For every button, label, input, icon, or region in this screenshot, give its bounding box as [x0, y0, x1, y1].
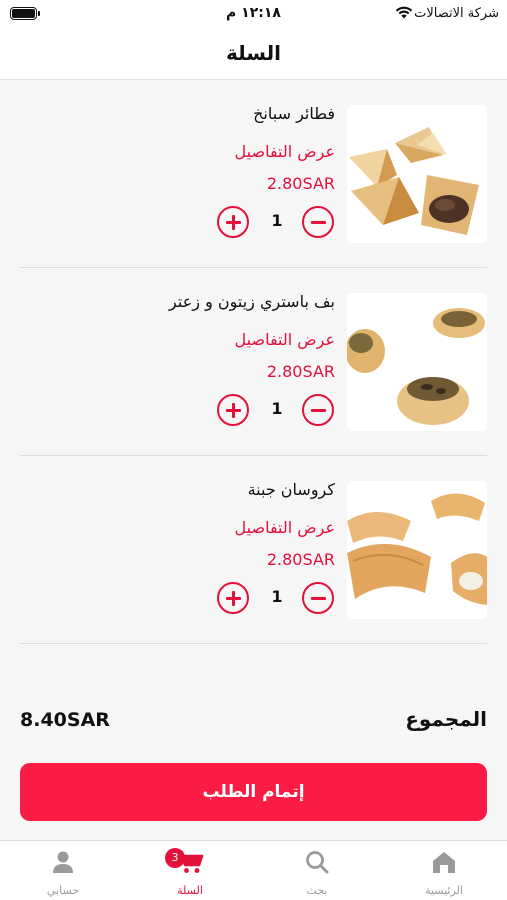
user-icon [53, 851, 73, 873]
product-image[interactable] [347, 481, 487, 619]
plus-icon [231, 214, 235, 230]
tab-label: حسابي [46, 884, 80, 897]
minus-icon [310, 596, 326, 600]
view-details-link[interactable]: عرض التفاصيل [235, 330, 335, 349]
quantity-value: 1 [271, 399, 283, 418]
tab-label: بحث [306, 884, 328, 897]
product-image[interactable] [347, 293, 487, 431]
view-details-link[interactable]: عرض التفاصيل [235, 518, 335, 537]
search-icon [306, 851, 329, 874]
product-name: كروسان جبنة [247, 480, 335, 499]
tab-search[interactable]: بحث [254, 841, 380, 900]
total-label: المجموع [405, 707, 487, 731]
tab-bar: الرئيسية بحث 3 السلة حسابي [0, 840, 507, 900]
quantity-value: 1 [271, 211, 283, 230]
product-price: 2.80SAR [266, 550, 335, 569]
tab-label: السلة [177, 884, 203, 897]
decrease-quantity-button[interactable] [302, 394, 334, 426]
wifi-icon [395, 6, 413, 19]
tab-home[interactable]: الرئيسية [381, 841, 507, 900]
product-image[interactable] [347, 105, 487, 243]
checkout-button[interactable]: إتمام الطلب [20, 763, 487, 821]
plus-icon [231, 590, 235, 606]
cart-count-badge: 3 [165, 848, 185, 868]
tab-label: الرئيسية [425, 884, 463, 897]
view-details-link[interactable]: عرض التفاصيل [235, 142, 335, 161]
minus-icon [310, 220, 326, 224]
increase-quantity-button[interactable] [217, 394, 249, 426]
navigation-bar: السلة [0, 30, 507, 80]
product-name: بف باستري زيتون و زعتر [169, 292, 335, 311]
cart-item: فطائر سبانخ عرض التفاصيل 2.80SAR 1 [20, 80, 487, 243]
divider [20, 643, 487, 644]
total-value: 8.40SAR [20, 709, 110, 731]
cart-item: كروسان جبنة عرض التفاصيل 2.80SAR 1 [20, 456, 487, 619]
increase-quantity-button[interactable] [217, 206, 249, 238]
page-title: السلة [225, 41, 281, 65]
carrier-name: شركة الاتصالات [414, 6, 499, 21]
minus-icon [310, 408, 326, 412]
decrease-quantity-button[interactable] [302, 582, 334, 614]
product-price: 2.80SAR [266, 174, 335, 193]
product-name: فطائر سبانخ [253, 104, 335, 123]
tab-cart[interactable]: 3 السلة [127, 841, 253, 900]
product-price: 2.80SAR [266, 362, 335, 381]
cart-item: بف باستري زيتون و زعتر عرض التفاصيل 2.80… [20, 268, 487, 431]
status-bar: ١٢:١٨ م شركة الاتصالات [0, 0, 507, 30]
increase-quantity-button[interactable] [217, 582, 249, 614]
decrease-quantity-button[interactable] [302, 206, 334, 238]
quantity-value: 1 [271, 587, 283, 606]
home-icon [433, 852, 455, 873]
plus-icon [231, 402, 235, 418]
tab-account[interactable]: حسابي [0, 841, 126, 900]
